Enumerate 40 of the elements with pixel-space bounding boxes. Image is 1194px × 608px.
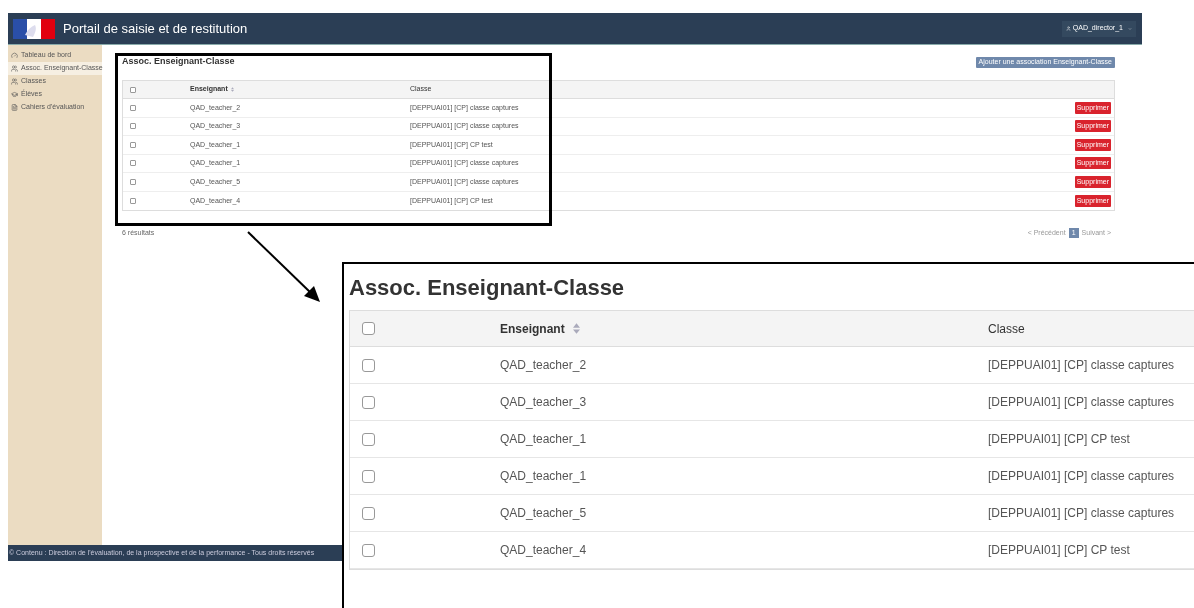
sort-icon[interactable] bbox=[572, 323, 580, 334]
table-cell-text: [DEPPUAI01] [CP] CP test bbox=[988, 542, 1130, 559]
flag-logo-icon bbox=[13, 18, 55, 39]
checkbox[interactable] bbox=[130, 104, 136, 111]
checkbox[interactable] bbox=[130, 178, 136, 185]
checkbox[interactable] bbox=[362, 506, 375, 520]
column-header[interactable]: Enseignant bbox=[500, 319, 565, 338]
checkbox[interactable] bbox=[130, 141, 136, 148]
users-icon bbox=[11, 65, 18, 72]
checkbox[interactable] bbox=[130, 123, 136, 130]
table-cell-text: QAD_teacher_2 bbox=[500, 357, 588, 374]
checkbox[interactable] bbox=[362, 469, 375, 483]
inset-title: Assoc. Enseignant-Classe bbox=[349, 274, 626, 302]
checkbox[interactable] bbox=[362, 432, 375, 446]
table-cell-text: [DEPPUAI01] [CP] classe captures bbox=[988, 505, 1175, 522]
checkbox[interactable] bbox=[362, 322, 375, 335]
checkbox[interactable] bbox=[362, 395, 375, 409]
table-cell-text: QAD_teacher_3 bbox=[500, 394, 588, 411]
table-cell-text: QAD_teacher_5 bbox=[500, 505, 588, 522]
table-cell-text: QAD_teacher_1 bbox=[500, 468, 588, 485]
sort-icon[interactable] bbox=[230, 87, 234, 92]
users-icon bbox=[11, 78, 18, 85]
column-header: Classe bbox=[988, 320, 1025, 338]
table-cell-text: [DEPPUAI01] [CP] classe captures bbox=[988, 394, 1175, 411]
table-cell-text: [DEPPUAI01] [CP] CP test bbox=[988, 431, 1130, 448]
document-icon bbox=[11, 104, 18, 111]
checkbox[interactable] bbox=[130, 197, 136, 204]
checkbox[interactable] bbox=[362, 358, 375, 372]
app-title: Portail de saisie et de restitution bbox=[63, 19, 248, 38]
table-cell-text: [DEPPUAI01] [CP] classe captures bbox=[988, 468, 1175, 485]
page-title: Assoc. Enseignant-Classe bbox=[122, 55, 235, 69]
table-cell-text: QAD_teacher_1 bbox=[500, 431, 588, 448]
user-icon bbox=[1065, 26, 1071, 31]
table-cell-text: [DEPPUAI01] [CP] classe captures bbox=[988, 357, 1175, 374]
gauge-icon bbox=[11, 52, 18, 59]
checkbox[interactable] bbox=[130, 86, 136, 93]
checkbox[interactable] bbox=[362, 543, 375, 557]
table-cell-text: QAD_teacher_4 bbox=[500, 542, 588, 559]
checkbox[interactable] bbox=[130, 160, 136, 167]
graduation-cap-icon bbox=[11, 91, 18, 98]
